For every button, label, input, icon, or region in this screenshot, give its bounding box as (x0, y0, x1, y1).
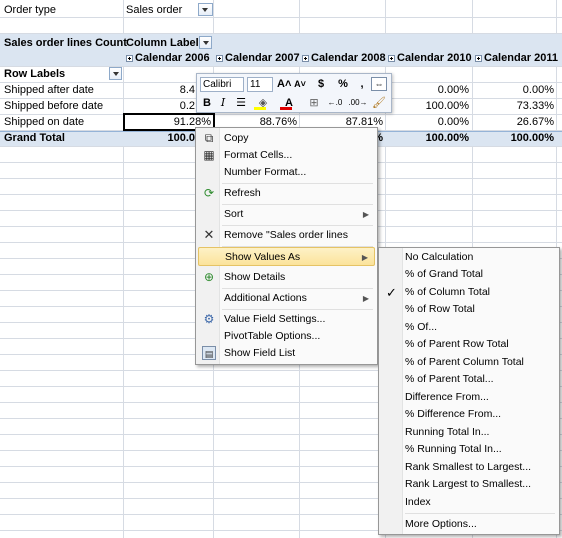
format-painter-icon[interactable]: 🖌 (372, 95, 386, 111)
column-header-2006[interactable]: Calendar 2006 (135, 50, 210, 66)
show-values-as-submenu: No Calculation % of Grand Total ✓% of Co… (378, 247, 560, 535)
submenu-item-percent-difference-from[interactable]: % Difference From... (381, 406, 557, 423)
value-cell[interactable]: 0.00% (474, 82, 554, 98)
grand-total-cell[interactable]: 100.0 (125, 130, 195, 146)
menu-item-show-field-list[interactable]: ▤ Show Field List (198, 344, 375, 363)
value-cell[interactable]: 8.4 (125, 82, 195, 98)
grand-total-cell[interactable]: 100.00% (474, 130, 554, 146)
expand-icon[interactable] (216, 55, 223, 62)
submenu-item-percent-of[interactable]: % Of... (381, 319, 557, 336)
field-list-icon: ▤ (202, 346, 216, 360)
submenu-item-percent-grand-total[interactable]: % of Grand Total (381, 266, 557, 283)
filter-value[interactable]: Sales order (126, 2, 182, 18)
align-center-icon[interactable]: ☰ (234, 95, 248, 111)
mini-toolbar: Calibri 11 A˄ A˅ $ % , ⇔ B I ☰ ◈ A ⊞ ←.0… (196, 73, 392, 113)
submenu-item-no-calculation[interactable]: No Calculation (381, 249, 557, 266)
grand-total-cell[interactable]: 100.00% (387, 130, 469, 146)
submenu-item-rank-largest[interactable]: Rank Largest to Smallest... (381, 476, 557, 493)
menu-item-show-details[interactable]: ⊕ Show Details (198, 268, 375, 287)
submenu-item-percent-column-total[interactable]: ✓% of Column Total (381, 284, 557, 301)
currency-button[interactable]: $ (315, 76, 327, 92)
row-label[interactable]: Shipped after date (4, 82, 94, 98)
column-header-2011[interactable]: Calendar 2011 (484, 50, 558, 66)
format-cells-icon: ▦ (203, 148, 215, 162)
submenu-item-running-total[interactable]: Running Total In... (381, 424, 557, 441)
column-labels-dropdown[interactable] (199, 36, 212, 49)
value-cell[interactable]: 0.00% (387, 82, 469, 98)
filter-dropdown-button[interactable] (198, 3, 213, 16)
copy-icon: ⧉ (204, 131, 214, 145)
submenu-arrow-icon: ▶ (362, 210, 369, 219)
menu-item-refresh[interactable]: ⟳ Refresh (198, 184, 375, 203)
value-cell[interactable]: 26.67% (474, 114, 554, 130)
merge-icon[interactable]: ⇔ (371, 77, 387, 91)
increase-decimal-button[interactable]: ←.0 (325, 95, 345, 111)
submenu-item-percent-parent-total[interactable]: % of Parent Total... (381, 371, 557, 388)
remove-icon: ✕ (203, 227, 215, 242)
submenu-item-rank-smallest[interactable]: Rank Smallest to Largest... (381, 459, 557, 476)
values-field-label: Sales order lines Count (4, 37, 127, 49)
percent-button[interactable]: % (337, 76, 349, 92)
checkmark-icon: ✓ (386, 285, 397, 300)
submenu-item-more-options[interactable]: More Options... (381, 516, 557, 533)
column-header-2008[interactable]: Calendar 2008 (311, 50, 386, 66)
submenu-item-percent-parent-column[interactable]: % of Parent Column Total (381, 354, 557, 371)
comma-button[interactable]: , (357, 76, 367, 92)
submenu-item-percent-parent-row[interactable]: % of Parent Row Total (381, 336, 557, 353)
bold-button[interactable]: B (201, 95, 213, 111)
row-label[interactable]: Shipped on date (4, 114, 84, 130)
grid-row-line (0, 66, 562, 67)
value-cell[interactable]: 100.00% (387, 98, 469, 114)
submenu-item-percent-row-total[interactable]: % of Row Total (381, 301, 557, 318)
show-details-icon: ⊕ (203, 270, 215, 284)
column-labels-header: Column Labels (126, 37, 205, 49)
borders-icon[interactable]: ⊞ (305, 95, 323, 111)
grid-col-line (123, 0, 124, 538)
grid-row-line (0, 17, 562, 18)
column-header-2007[interactable]: Calendar 2007 (225, 50, 300, 66)
grand-total-label: Grand Total (4, 132, 65, 144)
font-size-box[interactable]: 11 (247, 77, 273, 92)
value-cell[interactable]: 73.33% (474, 98, 554, 114)
expand-icon[interactable] (302, 55, 309, 62)
row-label[interactable]: Shipped before date (4, 98, 103, 114)
shrink-font-button[interactable]: A˅ (293, 76, 307, 92)
menu-separator (405, 513, 555, 514)
menu-item-sort[interactable]: Sort ▶ (198, 205, 375, 224)
font-color-icon[interactable]: A (278, 95, 300, 111)
menu-item-show-values-as[interactable]: Show Values As ▶ (198, 247, 375, 266)
value-cell[interactable]: 0.00% (387, 114, 469, 130)
field-settings-icon: ⚙ (203, 312, 215, 326)
submenu-item-index[interactable]: Index (381, 494, 557, 511)
grow-font-button[interactable]: A˄ (277, 76, 291, 92)
context-menu: ⧉ Copy ▦ Format Cells... Number Format... … (195, 127, 378, 365)
italic-button[interactable]: I (217, 95, 229, 111)
menu-item-remove[interactable]: ✕Remove "Sales order lines Count" (198, 226, 375, 261)
row-labels-header: Row Labels (4, 68, 66, 80)
refresh-icon: ⟳ (203, 186, 215, 200)
expand-icon[interactable] (388, 55, 395, 62)
expand-icon[interactable] (475, 55, 482, 62)
submenu-item-percent-running-total[interactable]: % Running Total In... (381, 441, 557, 458)
value-cell[interactable]: 0.2 (125, 98, 195, 114)
expand-icon[interactable] (126, 55, 133, 62)
menu-item-additional-actions[interactable]: Additional Actions ▶ (198, 289, 375, 308)
decrease-decimal-button[interactable]: .00→ (347, 95, 369, 111)
row-labels-dropdown[interactable] (109, 67, 122, 80)
column-header-2010[interactable]: Calendar 2010 (397, 50, 472, 66)
fill-color-icon[interactable]: ◈ (252, 95, 274, 111)
submenu-arrow-icon: ▶ (362, 294, 369, 303)
menu-item-number-format[interactable]: Number Format... (198, 163, 375, 182)
filter-label: Order type (4, 4, 56, 16)
submenu-arrow-icon: ▶ (361, 253, 368, 262)
submenu-item-difference-from[interactable]: Difference From... (381, 389, 557, 406)
font-name-box[interactable]: Calibri (200, 77, 244, 92)
